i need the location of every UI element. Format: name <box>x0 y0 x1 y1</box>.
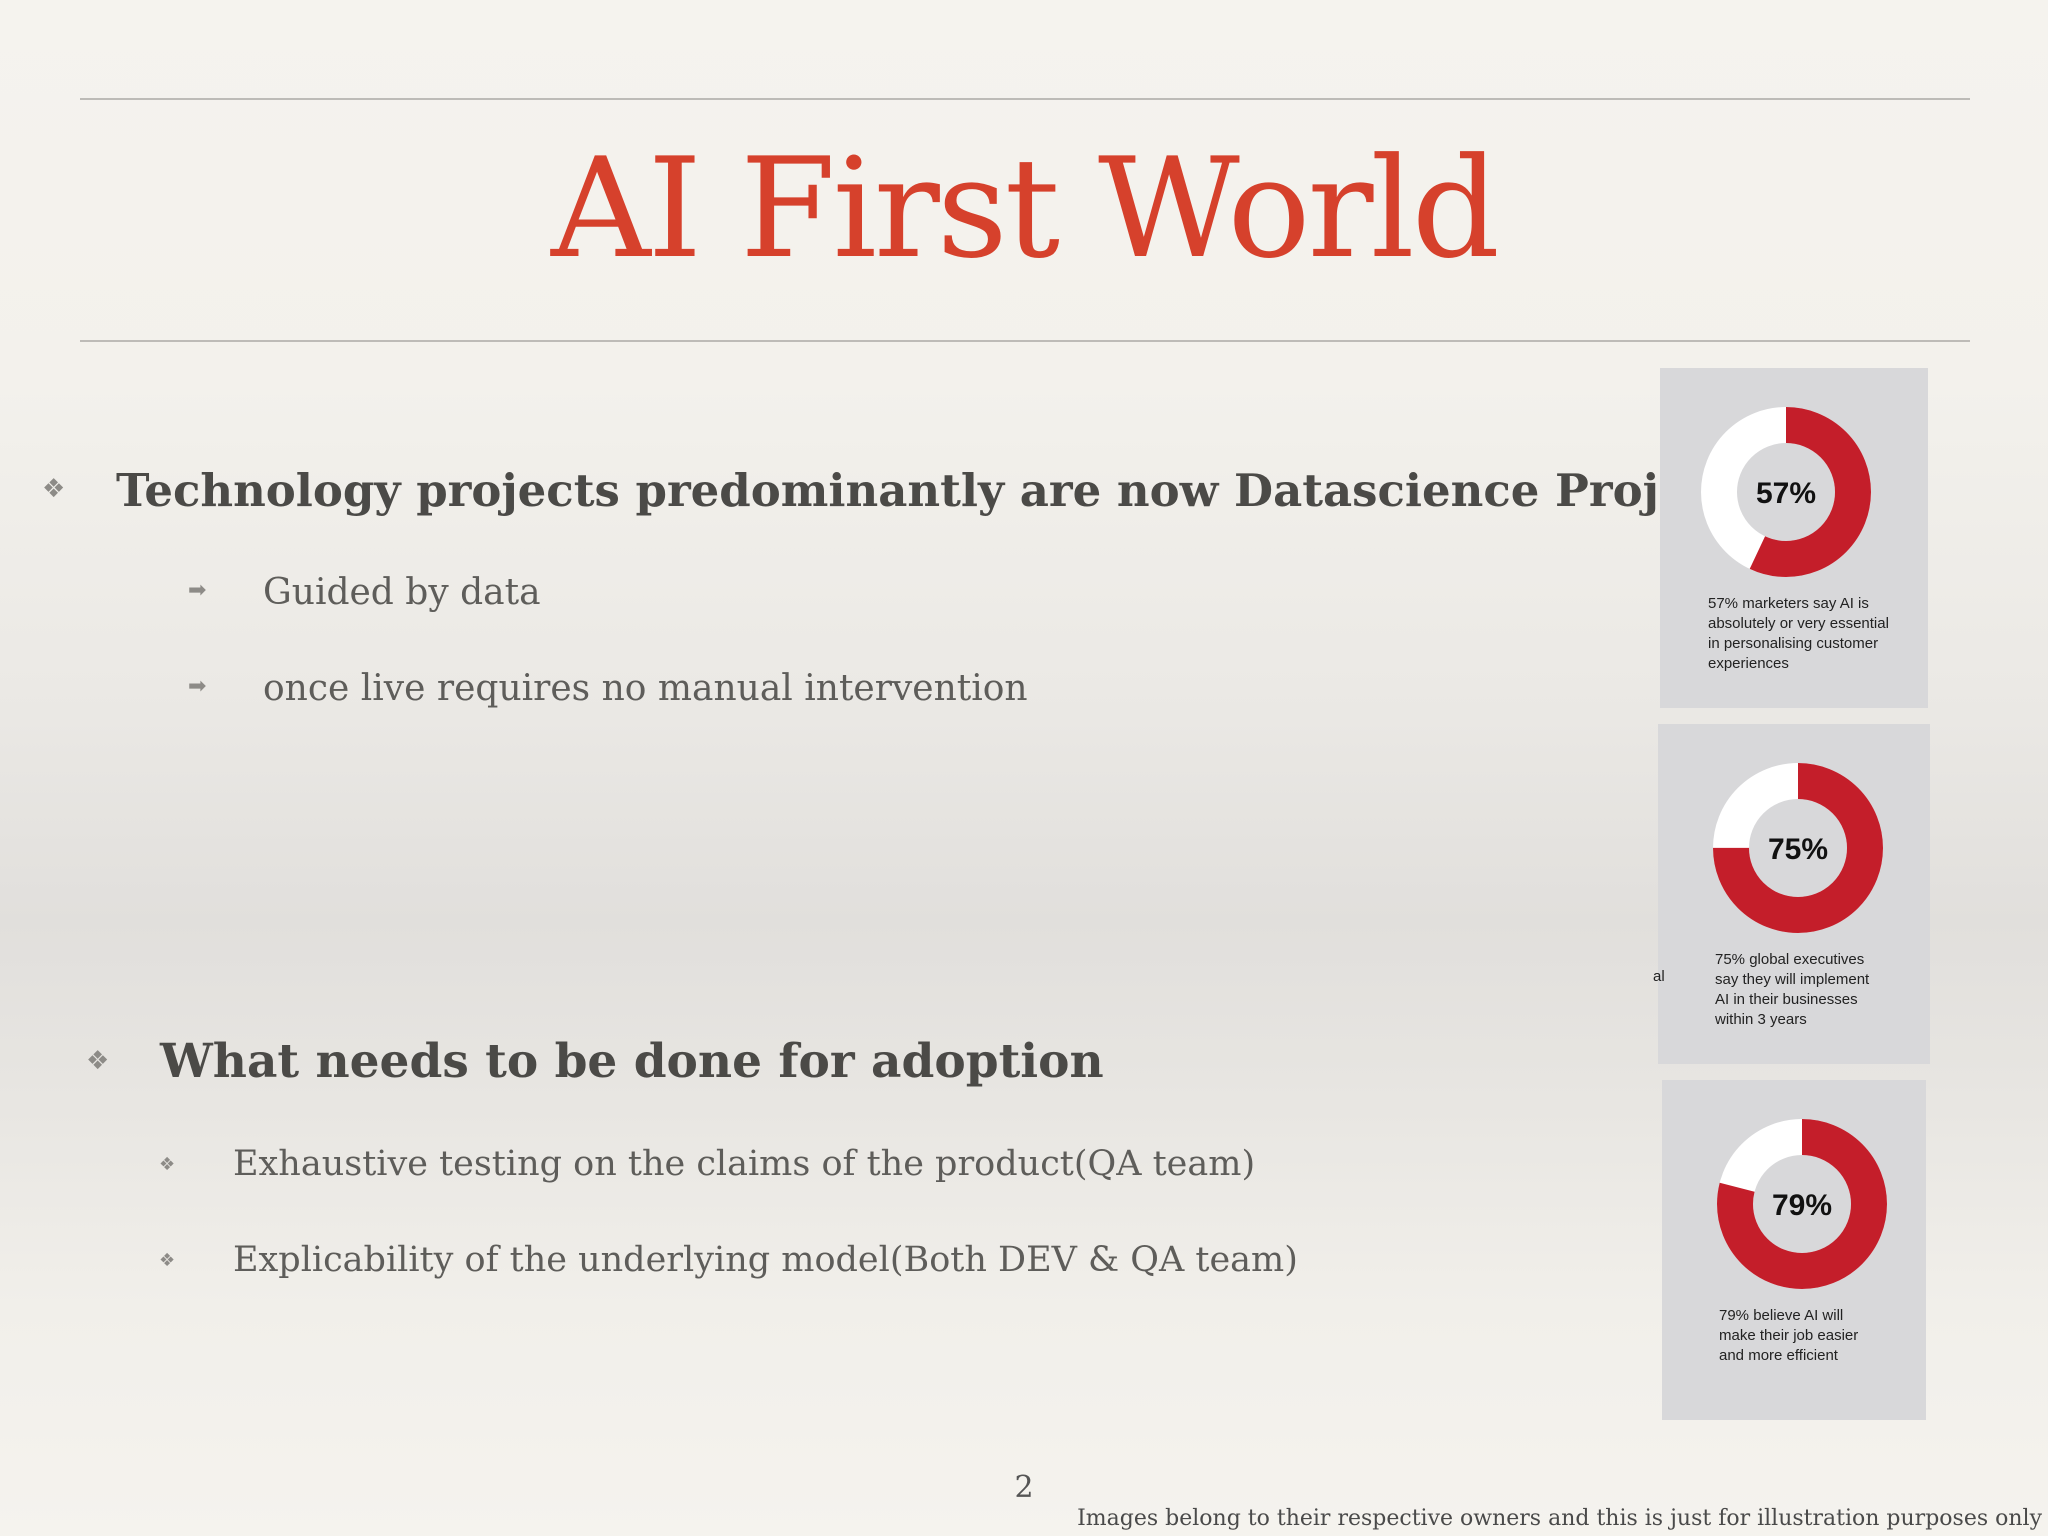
footer-disclaimer: Images belong to their respective owners… <box>1077 1506 2042 1531</box>
cropped-text-fragment: al <box>1653 968 1665 985</box>
stat-card-3: 79% 79% believe AI will make their job e… <box>1662 1080 1926 1420</box>
stat-caption-1: 57% marketers say AI is absolutely or ve… <box>1708 595 1889 672</box>
donut-chart-3: 79% <box>1717 1119 1887 1289</box>
stat-caption-3: 79% believe AI will make their job easie… <box>1719 1307 1859 1364</box>
section2-item-2: Explicability of the underlying model(Bo… <box>233 1240 1298 1280</box>
section1-item-2: once live requires no manual interventio… <box>263 668 1028 709</box>
stat-card-2: 75% 75% global executives say they will … <box>1658 724 1930 1064</box>
donut-chart-2: 75% <box>1713 763 1883 933</box>
section2-item-1: Exhaustive testing on the claims of the … <box>233 1144 1256 1184</box>
diamond-bullet-icon: ❖ <box>159 1250 176 1271</box>
arrow-bullet-icon: ➡ <box>188 674 207 699</box>
stat-caption-2: 75% global executives say they will impl… <box>1715 951 1870 1028</box>
top-divider <box>80 98 1970 100</box>
donut-center-label: 75% <box>1768 833 1828 866</box>
diamond-bullet-icon: ❖ <box>86 1046 110 1076</box>
stat-card-1: 57% 57% marketers say AI is absolutely o… <box>1660 368 1928 708</box>
diamond-bullet-icon: ❖ <box>159 1154 176 1175</box>
section2-heading: What needs to be done for adoption <box>160 1034 1104 1089</box>
donut-chart-1: 57% <box>1701 407 1871 577</box>
title-divider <box>80 340 1970 342</box>
donut-center-label: 79% <box>1772 1189 1832 1222</box>
donut-center-label: 57% <box>1756 477 1816 510</box>
diamond-bullet-icon: ❖ <box>42 474 66 504</box>
slide-title: AI First World <box>550 128 1500 289</box>
section1-item-1: Guided by data <box>263 572 541 613</box>
arrow-bullet-icon: ➡ <box>188 578 207 603</box>
section1-heading: Technology projects predominantly are no… <box>116 464 1762 517</box>
page-number: 2 <box>1014 1470 1034 1505</box>
